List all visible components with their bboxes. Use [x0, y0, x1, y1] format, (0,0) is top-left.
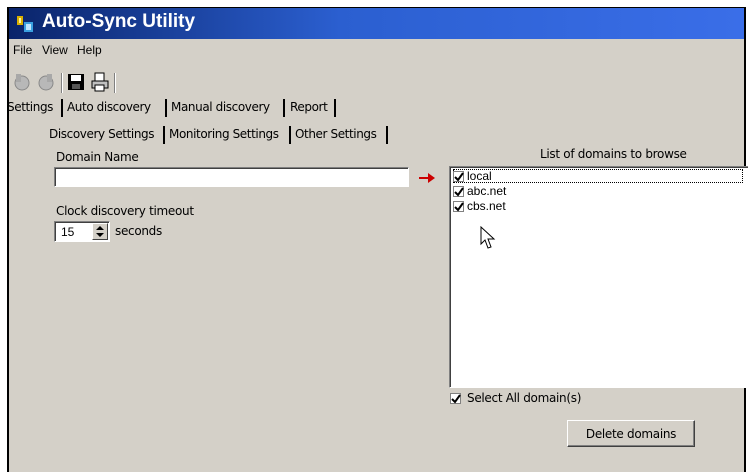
save-icon[interactable] [65, 71, 87, 93]
spinner-arrows-icon[interactable] [92, 223, 108, 240]
list-item[interactable]: abc.net [453, 184, 506, 198]
mouse-cursor-icon [480, 225, 496, 255]
focus-rect [453, 169, 743, 183]
domain-label: cbs.net [467, 199, 506, 213]
domain-name-input[interactable] [54, 167, 409, 187]
menu-help[interactable]: Help [77, 43, 102, 57]
toolbar-separator [61, 73, 63, 93]
title-bar[interactable]: Auto-Sync Utility [9, 8, 744, 39]
tab-discovery-settings[interactable]: Discovery Settings [49, 127, 155, 141]
select-all-label: Select All domain(s) [467, 391, 582, 405]
checkbox-abc-net[interactable] [453, 185, 464, 197]
print-icon[interactable] [89, 71, 111, 93]
add-domain-arrow-icon[interactable] [411, 167, 443, 188]
menu-view[interactable]: View [42, 43, 68, 57]
menu-bar: File View Help [9, 39, 744, 61]
timeout-value: 15 [61, 225, 75, 239]
select-all-checkbox[interactable] [450, 392, 461, 404]
list-item[interactable]: cbs.net [453, 199, 506, 213]
timeout-label: Clock discovery timeout [56, 204, 194, 218]
forward-icon[interactable] [35, 71, 57, 93]
domain-list-header: List of domains to browse [540, 147, 687, 161]
tab-monitoring-settings[interactable]: Monitoring Settings [169, 127, 279, 141]
tab-manual-discovery[interactable]: Manual discovery [171, 100, 270, 114]
tab-settings[interactable]: Settings [7, 100, 53, 114]
toolbar-separator [114, 73, 116, 93]
domain-list[interactable]: local abc.net cbs.net [449, 166, 748, 388]
domain-name-label: Domain Name [56, 150, 139, 164]
menu-file[interactable]: File [13, 43, 32, 57]
checkbox-cbs-net[interactable] [453, 200, 464, 212]
app-icon [16, 14, 36, 34]
timeout-unit-label: seconds [115, 224, 162, 238]
tab-report[interactable]: Report [290, 100, 328, 114]
tab-auto-discovery[interactable]: Auto discovery [67, 100, 151, 114]
app-window: Auto-Sync Utility File View Help Setting… [7, 7, 748, 472]
delete-domains-button[interactable]: Delete domains [567, 420, 695, 447]
back-icon[interactable] [11, 71, 33, 93]
domain-label: local [467, 169, 492, 183]
list-item[interactable]: local [453, 169, 492, 183]
window-title: Auto-Sync Utility [42, 11, 196, 32]
select-all-row[interactable]: Select All domain(s) [450, 391, 581, 405]
toolbar [9, 63, 744, 97]
domain-label: abc.net [467, 184, 507, 198]
timeout-spinner[interactable]: 15 [54, 221, 110, 242]
tab-other-settings[interactable]: Other Settings [295, 127, 377, 141]
checkbox-local[interactable] [453, 170, 464, 182]
